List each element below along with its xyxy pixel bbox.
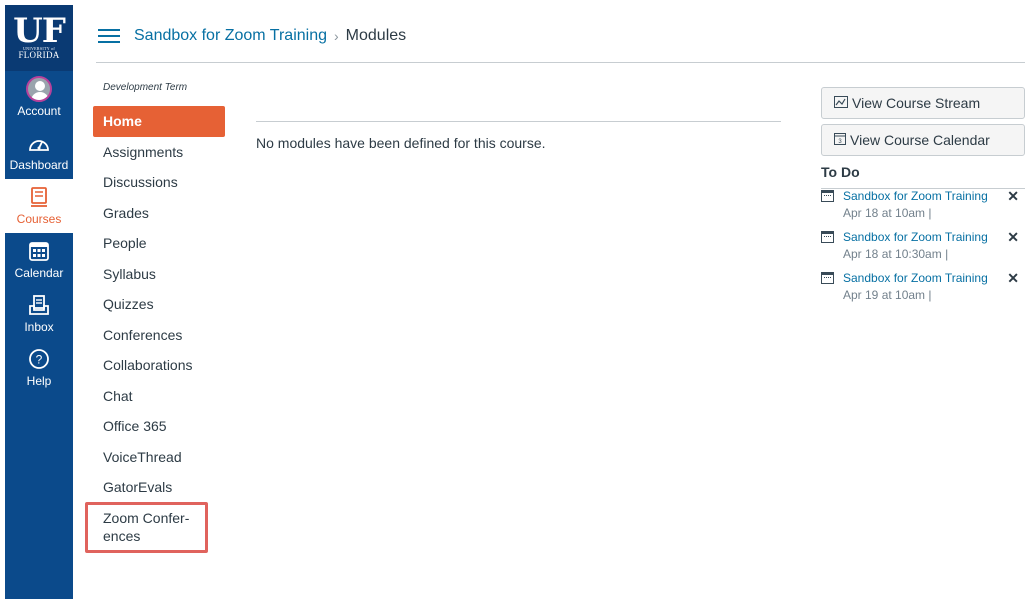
dashboard-icon [27, 131, 51, 155]
course-nav-home[interactable]: Home [93, 106, 225, 137]
course-nav-quizzes[interactable]: Quizzes [93, 289, 225, 320]
view-course-calendar-label: View Course Calendar [850, 132, 990, 148]
global-nav-label: Dashboard [9, 158, 69, 172]
dismiss-close-icon[interactable]: ✕ [1007, 189, 1019, 203]
course-nav-chat[interactable]: Chat [93, 381, 225, 412]
breadcrumb-separator: › [334, 28, 339, 44]
calendar-icon [28, 239, 50, 263]
calendar-icon [821, 190, 834, 202]
uf-logo[interactable]: UF UNIVERSITY of FLORIDA [5, 5, 73, 71]
todo-date: Apr 19 at 10am | [843, 288, 932, 302]
help-icon: ? [28, 347, 50, 371]
calendar-icon [821, 231, 834, 243]
course-nav-voicethread[interactable]: VoiceThread [93, 442, 225, 473]
todo-link[interactable]: Sandbox for Zoom Training [843, 189, 1025, 203]
todo-item: Sandbox for Zoom Training Apr 18 at 10am… [821, 189, 1025, 230]
dismiss-close-icon[interactable]: ✕ [1007, 271, 1019, 285]
global-nav-inbox[interactable]: Inbox [5, 287, 73, 341]
course-nav-gatorevals[interactable]: GatorEvals [93, 472, 225, 503]
todo-link[interactable]: Sandbox for Zoom Training [843, 271, 1025, 285]
dismiss-close-icon[interactable]: ✕ [1007, 230, 1019, 244]
breadcrumb-course-link[interactable]: Sandbox for Zoom Training [134, 27, 327, 45]
global-nav: UF UNIVERSITY of FLORIDA Account Dashboa… [5, 5, 73, 599]
todo-heading: To Do [821, 164, 1025, 189]
course-nav-people[interactable]: People [93, 228, 225, 259]
course-nav-grades[interactable]: Grades [93, 198, 225, 229]
todo-date: Apr 18 at 10am | [843, 206, 932, 220]
course-nav-assignments[interactable]: Assignments [93, 137, 225, 168]
logo-subtext: FLORIDA [18, 50, 60, 60]
calendar-icon [821, 272, 834, 284]
course-nav-conferences[interactable]: Conferences [93, 320, 225, 351]
logo-text: UF [13, 11, 66, 51]
global-nav-help[interactable]: ? Help [5, 341, 73, 395]
view-course-stream-button[interactable]: View Course Stream [821, 87, 1025, 119]
global-nav-label: Help [26, 374, 52, 388]
term-label: Development Term [103, 82, 188, 93]
global-nav-label: Inbox [24, 320, 54, 334]
modules-content: No modules have been defined for this co… [256, 121, 781, 151]
view-course-calendar-button[interactable]: 3 View Course Calendar [821, 124, 1025, 156]
empty-modules-message: No modules have been defined for this co… [256, 135, 546, 151]
global-nav-label: Courses [16, 212, 62, 226]
global-nav-label: Calendar [14, 266, 64, 280]
calendar-icon: 3 [834, 132, 846, 148]
global-nav-calendar[interactable]: Calendar [5, 233, 73, 287]
todo-link[interactable]: Sandbox for Zoom Training [843, 230, 1025, 244]
svg-text:?: ? [36, 353, 43, 367]
global-nav-account[interactable]: Account [5, 71, 73, 125]
global-nav-dashboard[interactable]: Dashboard [5, 125, 73, 179]
course-nav-discussions[interactable]: Discussions [93, 167, 225, 198]
todo-date: Apr 18 at 10:30am | [843, 247, 949, 261]
inbox-icon [28, 293, 50, 317]
course-nav-collaborations[interactable]: Collaborations [93, 350, 225, 381]
course-nav: Development Term Home Assignments Discus… [93, 82, 225, 551]
course-nav-office-365[interactable]: Office 365 [93, 411, 225, 442]
stream-icon [834, 95, 848, 111]
course-nav-zoom-conferences[interactable]: Zoom Confer- ences [93, 503, 225, 551]
todo-item: Sandbox for Zoom Training Apr 19 at 10am… [821, 271, 1025, 312]
breadcrumb-current: Modules [345, 27, 407, 44]
right-sidebar: View Course Stream 3 View Course Calenda… [821, 87, 1025, 312]
global-nav-courses[interactable]: Courses [5, 179, 73, 233]
page-header: Sandbox for Zoom Training › Modules [96, 10, 1025, 63]
courses-icon [29, 185, 49, 209]
hamburger-menu-icon[interactable] [98, 25, 120, 47]
view-course-stream-label: View Course Stream [852, 95, 981, 111]
course-nav-syllabus[interactable]: Syllabus [93, 259, 225, 290]
avatar [26, 76, 52, 102]
global-nav-label: Account [17, 104, 61, 118]
breadcrumb: Sandbox for Zoom Training › Modules [134, 27, 406, 45]
todo-item: Sandbox for Zoom Training Apr 18 at 10:3… [821, 230, 1025, 271]
